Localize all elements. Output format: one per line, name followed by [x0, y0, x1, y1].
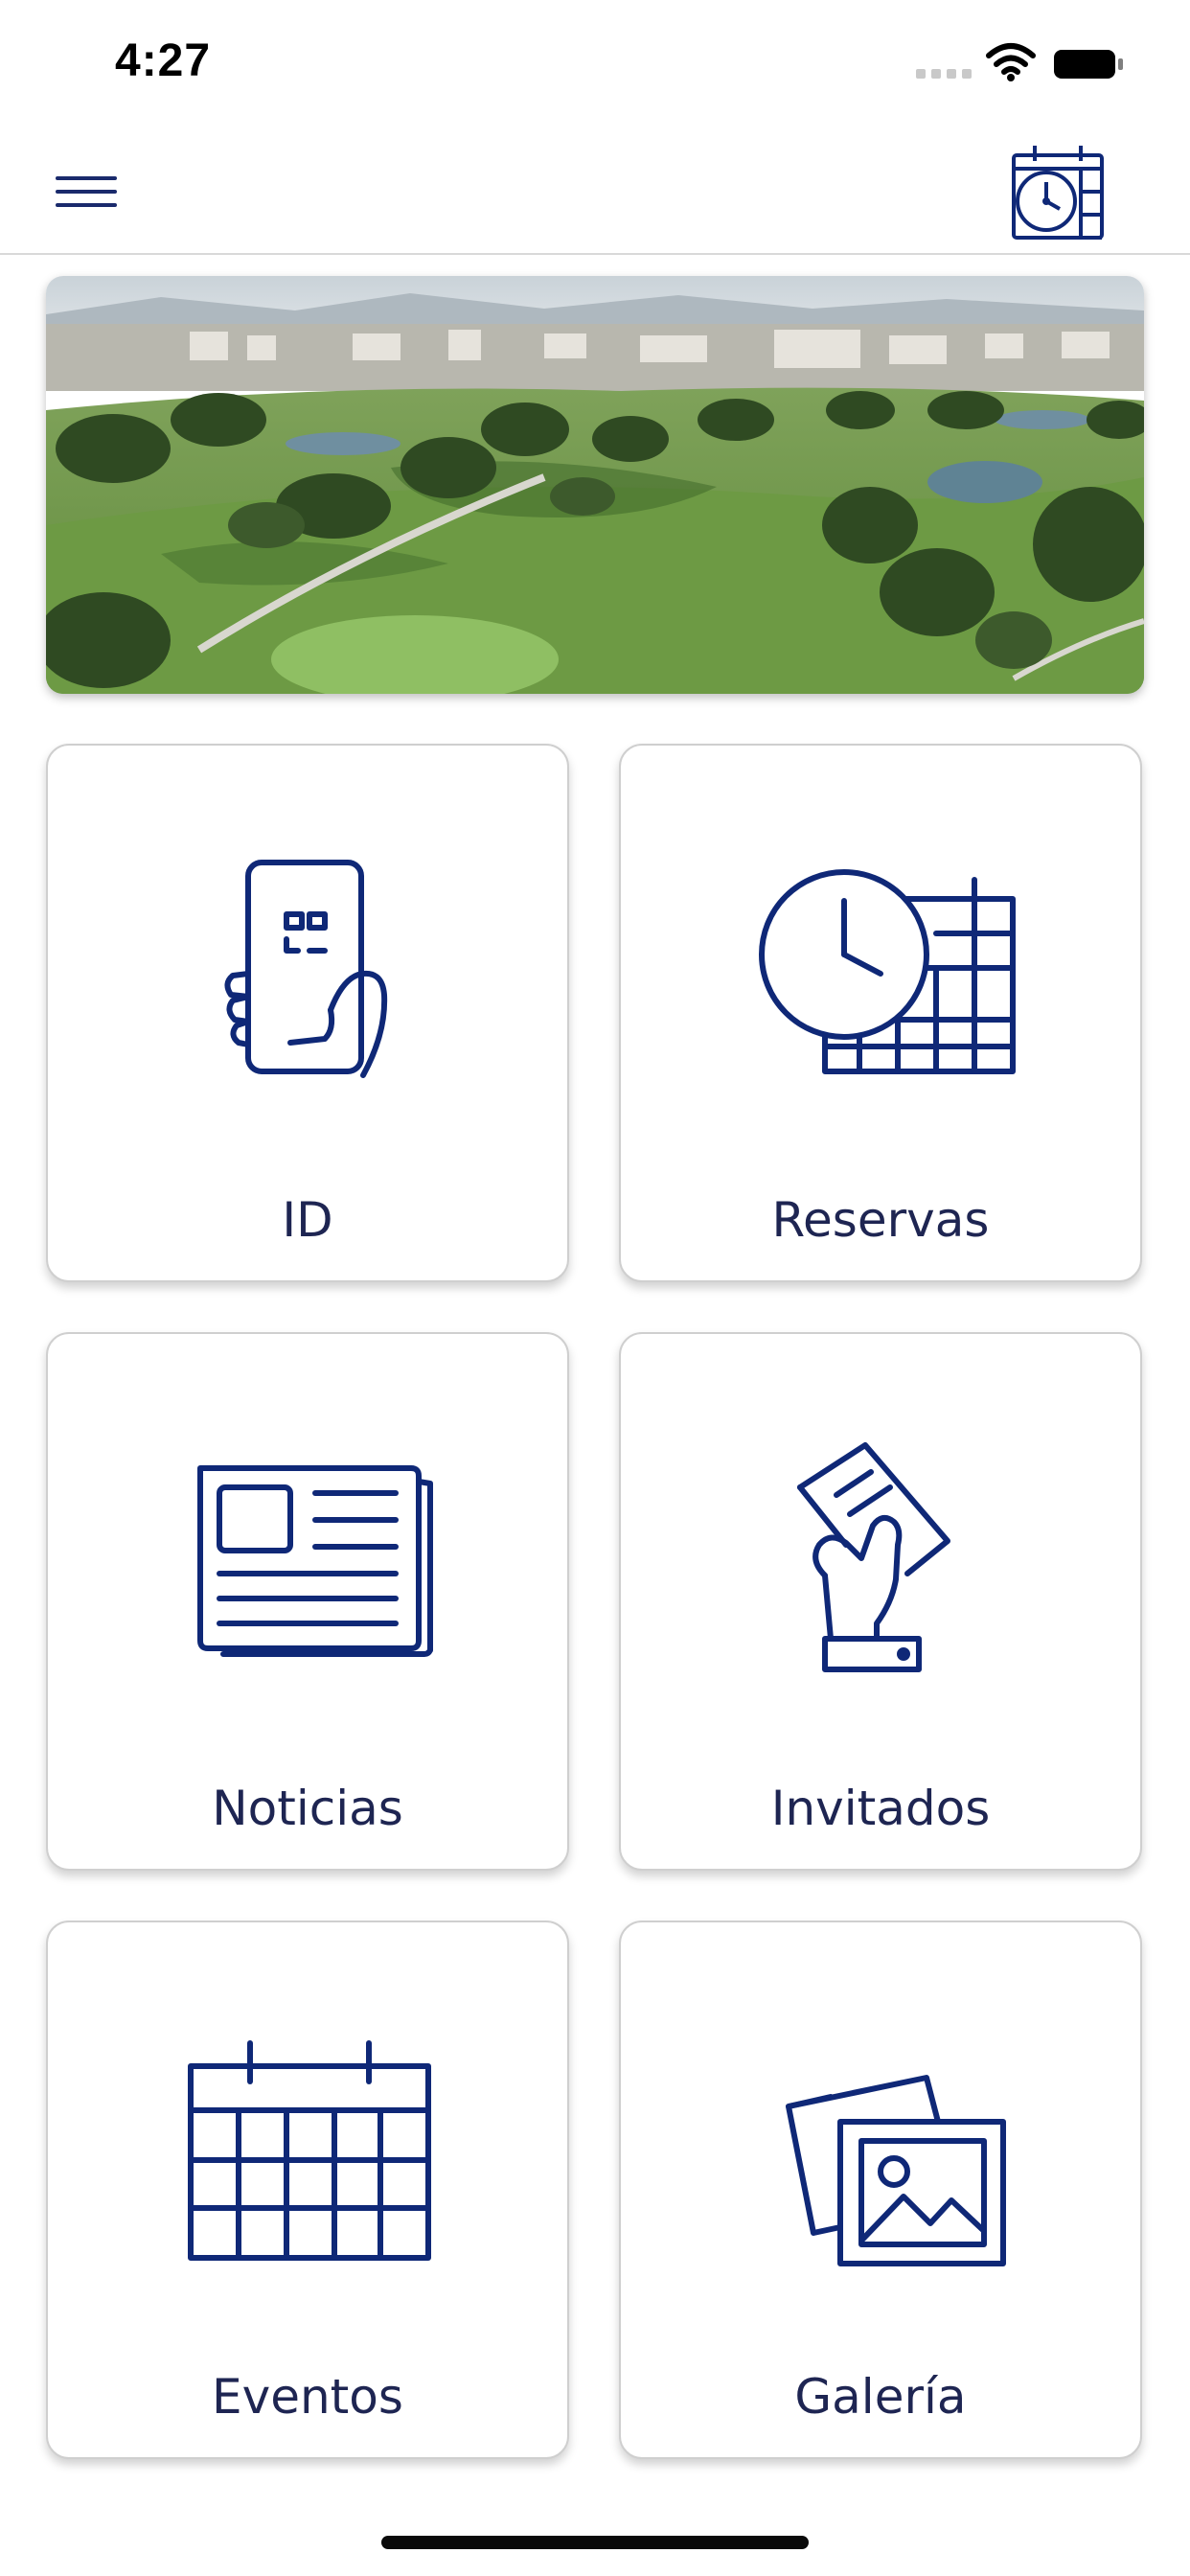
- tile-noticias-label: Noticias: [212, 1781, 403, 1836]
- tile-reservas-label: Reservas: [771, 1192, 990, 1248]
- tile-invitados[interactable]: Invitados: [619, 1332, 1142, 1871]
- cellular-signal-icon: [916, 69, 972, 79]
- golf-course-photo: [46, 276, 1144, 694]
- tile-reservas[interactable]: Reservas: [619, 744, 1142, 1282]
- hand-ticket-icon: [797, 1442, 950, 1672]
- tile-noticias[interactable]: Noticias: [46, 1332, 569, 1871]
- newspaper-icon: [197, 1465, 433, 1657]
- tile-invitados-label: Invitados: [770, 1781, 991, 1836]
- tile-galeria[interactable]: Galería: [619, 1920, 1142, 2459]
- phone-qr-code-icon: [224, 860, 388, 1078]
- calendar-clock-icon[interactable]: [1008, 142, 1108, 242]
- wifi-icon: [986, 43, 1036, 81]
- tile-id-label: ID: [282, 1192, 333, 1248]
- menu-button[interactable]: [50, 169, 119, 215]
- hamburger-menu-icon: [56, 176, 117, 180]
- tile-eventos-label: Eventos: [212, 2369, 403, 2425]
- tile-galeria-label: Galería: [794, 2369, 967, 2425]
- tile-id[interactable]: ID: [46, 744, 569, 1282]
- status-time: 4:27: [115, 35, 212, 86]
- status-bar: 4:27: [0, 0, 1190, 126]
- tile-eventos[interactable]: Eventos: [46, 1920, 569, 2459]
- top-nav-bar: [0, 126, 1190, 255]
- clock-calendar-icon: [759, 869, 1016, 1074]
- hero-image: [46, 276, 1144, 694]
- battery-icon: [1054, 50, 1123, 79]
- home-indicator[interactable]: [381, 2536, 809, 2549]
- calendar-icon: [188, 2040, 431, 2261]
- photo-gallery-icon: [786, 2075, 1006, 2266]
